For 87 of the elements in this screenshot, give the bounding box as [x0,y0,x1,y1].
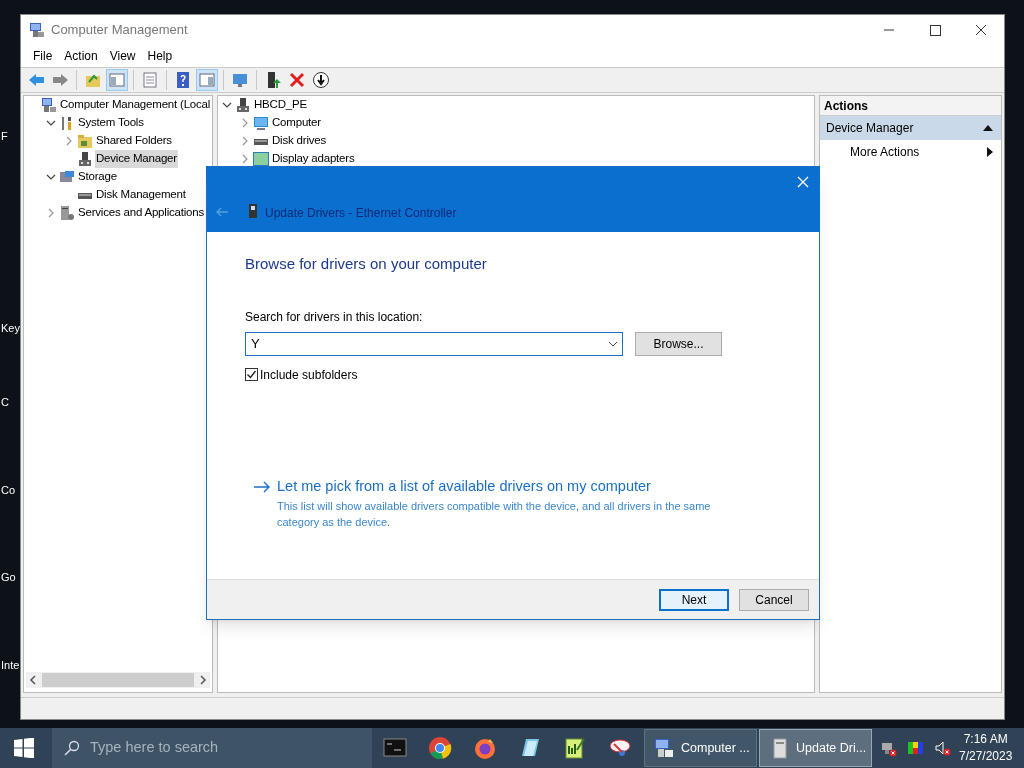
checkbox[interactable] [245,368,258,381]
taskbar-search-field[interactable]: Type here to search [52,728,372,768]
storage-icon [59,169,75,185]
tree-item[interactable]: Computer Management (Local [59,96,212,114]
desktop-icon-label[interactable]: C [1,394,9,411]
horizontal-scrollbar[interactable] [26,672,210,688]
expand-chevron-icon[interactable] [222,100,232,110]
collapse-chevron-icon[interactable] [240,118,250,128]
taskbar-window-button[interactable]: Update Dri... [759,729,872,767]
action-item[interactable]: More Actions [850,143,987,161]
collapse-chevron-icon[interactable] [240,136,250,146]
window-title: Computer Management [51,21,188,40]
desktop-icon-label[interactable]: F [1,128,8,145]
delete-icon [288,71,306,89]
terminal-icon [382,736,407,760]
tree-item[interactable]: Services and Applications [77,204,206,222]
tree-item[interactable]: Disk drives [271,132,328,150]
device-manager-icon [77,151,93,167]
desktop-icon-label[interactable]: Inte [1,657,20,674]
toolbar-button[interactable] [310,69,332,91]
collapse-chevron-icon[interactable] [240,154,250,164]
back-arrow-icon [27,71,45,89]
clock-date[interactable]: 7/27/2023 [959,748,1013,765]
location-label: Search for drivers in this location: [245,308,424,326]
location-value[interactable]: Y [251,333,608,354]
device-icon [249,204,257,218]
shared-folder-icon [77,133,93,149]
close-icon[interactable] [797,176,809,188]
properties-icon [141,71,159,89]
help-icon [174,71,192,89]
expand-chevron-icon[interactable] [46,172,56,182]
clock-time[interactable]: 7:16 AM [963,731,1008,748]
link-description: This list will show available drivers compatible with the device, and all drivers in the same category as the device. [277,499,712,531]
tree-item[interactable]: Disk Management [95,186,187,204]
checkmark-icon [246,369,257,380]
pane-icon [108,71,126,89]
monitor-icon [253,115,269,131]
expand-chevron-icon[interactable] [46,118,56,128]
menu-item[interactable]: File [27,47,59,65]
menu-item[interactable]: Help [141,47,179,65]
device-manager-icon [235,97,251,113]
tree-item[interactable]: Shared Folders [95,132,173,150]
search-icon [64,740,80,756]
monitor-icon [231,71,249,89]
color-palette-icon[interactable] [907,739,924,757]
tree-item[interactable]: Computer [271,114,322,132]
right-arrow-icon[interactable] [253,480,271,493]
services-icon [59,205,75,221]
tree-item[interactable]: HBCD_PE [253,96,308,114]
browse-button[interactable]: Browse... [635,331,722,356]
collapse-chevron-icon[interactable] [46,208,56,218]
desktop-icon-label[interactable]: Go [1,569,16,586]
desktop-icon-label[interactable]: Key [1,320,20,337]
location-combobox[interactable]: Y [245,331,623,356]
desktop-icon-label[interactable]: Co [1,482,16,499]
tree-item[interactable]: System Tools [77,114,145,132]
dialog-heading: Browse for drivers on your computer [245,254,488,274]
computer-management-icon [41,97,57,113]
taskbar-window-button[interactable]: Computer ... [644,729,757,767]
dialog-button[interactable]: Next [659,588,729,611]
dropdown-caret-icon[interactable] [608,340,618,347]
search-placeholder[interactable]: Type here to search [90,737,219,759]
tree-item[interactable]: Display adapters [271,150,356,168]
chart-document-icon [562,736,587,760]
dialog-button[interactable]: Cancel [739,588,809,611]
actions-header: Actions [820,96,1001,116]
display-adapter-icon [253,151,269,167]
volume-muted-icon[interactable] [934,739,951,757]
windows-start-icon[interactable] [14,738,34,758]
forward-arrow-icon [51,71,69,89]
browser-icon [472,736,497,760]
menu-item[interactable]: View [103,47,142,65]
computer-management-icon [653,737,675,759]
tree-item[interactable]: Device Manager [95,150,178,168]
browser-icon [427,736,452,760]
pick-driver-link[interactable]: Let me pick from a list of available drivers on my computer [277,475,717,498]
submenu-arrow-icon[interactable] [987,147,993,157]
checkbox-label[interactable]: Include subfolders [260,365,358,384]
menu-item[interactable]: Action [58,47,104,65]
tree-item[interactable]: Storage [77,168,118,186]
dialog-title: Update Drivers - Ethernet Controller [265,205,457,222]
scrollbar-thumb[interactable] [42,673,194,687]
collapse-triangle-icon[interactable] [983,124,993,132]
actions-section[interactable]: Device Manager [820,116,1001,140]
pane-icon [198,71,216,89]
computer-management-icon [29,22,45,38]
collapse-chevron-icon[interactable] [64,136,74,146]
